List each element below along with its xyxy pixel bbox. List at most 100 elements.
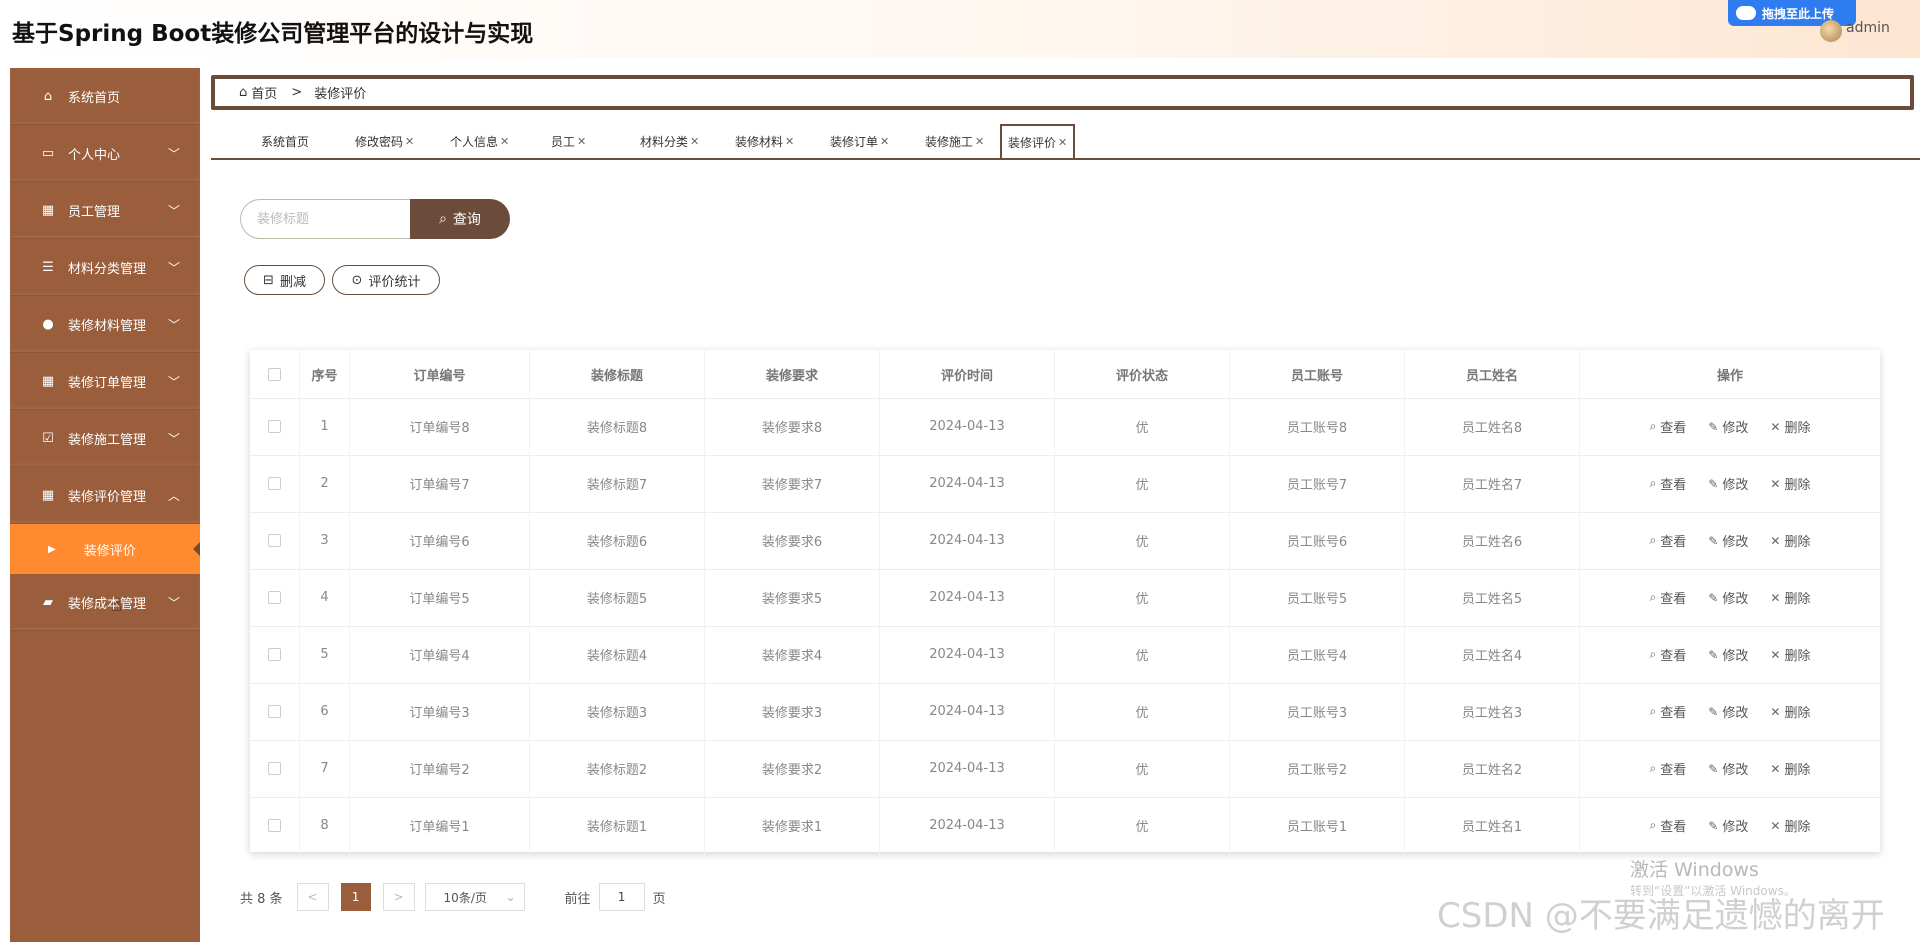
view-button[interactable]: ⌕ 查看: [1650, 702, 1687, 721]
row-actions: ⌕ 查看 ✎ 修改 ✕ 删除: [1580, 797, 1880, 854]
close-icon[interactable]: ✕: [880, 135, 889, 148]
row-checkbox[interactable]: [268, 420, 281, 433]
edit-button[interactable]: ✎ 修改: [1708, 588, 1749, 608]
sidebar-item-staff[interactable]: ▦ 员工管理 ﹀: [10, 182, 200, 239]
view-button[interactable]: ⌕ 查看: [1650, 531, 1687, 550]
table-cell: 1: [300, 398, 350, 455]
chevron-down-icon: ﹀: [167, 147, 180, 161]
page-1-button[interactable]: 1: [340, 883, 371, 911]
user-name[interactable]: admin: [1846, 20, 1890, 36]
search-input[interactable]: [255, 211, 399, 228]
row-select-cell[interactable]: [250, 797, 300, 854]
delete-button[interactable]: ✕ 删除: [1770, 759, 1810, 779]
home-icon: ⌂: [239, 85, 248, 100]
app-title: 基于Spring Boot装修公司管理平台的设计与实现: [12, 21, 534, 47]
row-checkbox[interactable]: [268, 534, 281, 547]
search-icon: ⌕: [1649, 704, 1657, 718]
tab-material-category[interactable]: 材料分类 ✕: [640, 126, 699, 156]
action-label: 修改: [1722, 535, 1749, 550]
breadcrumb-home[interactable]: 首页: [251, 83, 277, 102]
view-button[interactable]: ⌕ 查看: [1650, 816, 1687, 835]
select-all-checkbox[interactable]: [268, 367, 281, 381]
sidebar-item-label: 系统首页: [68, 90, 121, 106]
close-icon[interactable]: ✕: [500, 135, 509, 148]
table-cell: 优: [1055, 740, 1230, 797]
row-select-cell[interactable]: [250, 569, 300, 626]
view-button[interactable]: ⌕ 查看: [1650, 474, 1687, 493]
delete-button[interactable]: ✕ 删除: [1770, 588, 1810, 608]
row-select-cell[interactable]: [250, 512, 300, 569]
sidebar-subitem-evaluation[interactable]: ▶ 装修评价: [10, 524, 200, 574]
table-row: 7 订单编号2 装修标题2 装修要求2 2024-04-13 优员工账号2 员工姓名2 ⌕ 查看…: [250, 740, 1880, 798]
delete-batch-button[interactable]: ⊟ 删减: [244, 265, 325, 295]
view-button[interactable]: ⌕ 查看: [1650, 417, 1687, 436]
close-icon[interactable]: ✕: [1058, 136, 1067, 149]
delete-button[interactable]: ✕ 删除: [1770, 645, 1810, 665]
row-checkbox[interactable]: [268, 477, 281, 490]
sidebar-item-home[interactable]: ⌂ 系统首页: [10, 68, 200, 125]
edit-button[interactable]: ✎ 修改: [1708, 702, 1748, 722]
pencil-icon: ✎: [1708, 647, 1719, 662]
delete-button[interactable]: ✕ 删除: [1770, 417, 1810, 437]
row-checkbox[interactable]: [268, 648, 281, 661]
tab-personal-info[interactable]: 个人信息 ✕: [450, 126, 509, 156]
row-select-cell[interactable]: [250, 683, 300, 740]
delete-button[interactable]: ✕ 删除: [1770, 702, 1810, 722]
close-icon[interactable]: ✕: [405, 135, 414, 148]
select-all-cell[interactable]: [250, 350, 300, 398]
search-button[interactable]: ⌕ 查询: [410, 199, 510, 239]
table-cell: 装修标题5: [530, 569, 705, 626]
close-icon[interactable]: ✕: [577, 135, 586, 148]
sidebar-item-evaluation[interactable]: ▦ 装修评价管理 ︿: [10, 467, 200, 524]
table-cell: 员工姓名6: [1405, 512, 1580, 569]
next-page-button[interactable]: >: [382, 883, 415, 911]
row-select-cell[interactable]: [250, 455, 300, 512]
close-icon[interactable]: ✕: [690, 135, 699, 148]
sidebar-item-order[interactable]: ▦ 装修订单管理 ﹀: [10, 353, 200, 410]
view-button[interactable]: ⌕ 查看: [1650, 645, 1687, 664]
delete-button[interactable]: ✕ 删除: [1770, 474, 1810, 494]
action-label: 修改: [1722, 592, 1749, 607]
search-button-label: 查询: [452, 212, 481, 228]
edit-button[interactable]: ✎ 修改: [1708, 645, 1748, 665]
sidebar-item-personal[interactable]: ▭ 个人中心 ﹀: [10, 125, 200, 182]
sidebar-item-construction[interactable]: ☑ 装修施工管理 ﹀: [10, 410, 200, 467]
page-size-select[interactable]: 10条/页 ⌄: [424, 883, 525, 911]
row-checkbox[interactable]: [268, 762, 281, 775]
view-button[interactable]: ⌕ 查看: [1650, 759, 1687, 778]
tab-order[interactable]: 装修订单 ✕: [830, 126, 889, 156]
sidebar-item-cost[interactable]: ▰ 装修成本管理 ﹀: [10, 574, 200, 631]
table-cell: 优: [1055, 455, 1230, 512]
delete-button[interactable]: ✕ 删除: [1770, 816, 1810, 836]
edit-button[interactable]: ✎ 修改: [1708, 816, 1748, 836]
table-cell: 员工姓名2: [1405, 740, 1580, 797]
tab-material[interactable]: 装修材料 ✕: [735, 126, 794, 156]
action-label: 查看: [1660, 478, 1687, 493]
row-checkbox[interactable]: [268, 591, 281, 604]
prev-page-button[interactable]: <: [296, 883, 329, 911]
goto-page-input[interactable]: 1: [598, 883, 645, 911]
row-select-cell[interactable]: [250, 740, 300, 797]
row-checkbox[interactable]: [268, 705, 281, 718]
sidebar-item-material[interactable]: ● 装修材料管理 ﹀: [10, 296, 200, 353]
tab-construction[interactable]: 装修施工 ✕: [925, 126, 984, 156]
row-select-cell[interactable]: [250, 398, 300, 455]
tab-evaluation[interactable]: 装修评价 ✕: [1000, 124, 1076, 158]
row-select-cell[interactable]: [250, 626, 300, 683]
stats-button[interactable]: ⊙ 评价统计: [332, 265, 440, 295]
close-icon[interactable]: ✕: [975, 135, 984, 148]
edit-button[interactable]: ✎ 修改: [1708, 531, 1749, 551]
tab-home[interactable]: 系统首页: [261, 126, 309, 156]
delete-button[interactable]: ✕ 删除: [1770, 531, 1810, 551]
tab-change-password[interactable]: 修改密码 ✕: [355, 126, 414, 156]
close-icon[interactable]: ✕: [785, 135, 794, 148]
close-icon: ✕: [1770, 419, 1781, 434]
sidebar-item-material-category[interactable]: ☰ 材料分类管理 ﹀: [10, 239, 200, 296]
tab-staff[interactable]: 员工 ✕: [551, 126, 586, 156]
view-button[interactable]: ⌕ 查看: [1650, 588, 1687, 607]
edit-button[interactable]: ✎ 修改: [1708, 474, 1748, 494]
edit-button[interactable]: ✎ 修改: [1708, 417, 1748, 437]
edit-button[interactable]: ✎ 修改: [1708, 759, 1748, 779]
avatar[interactable]: [1820, 20, 1842, 42]
row-checkbox[interactable]: [268, 819, 281, 832]
